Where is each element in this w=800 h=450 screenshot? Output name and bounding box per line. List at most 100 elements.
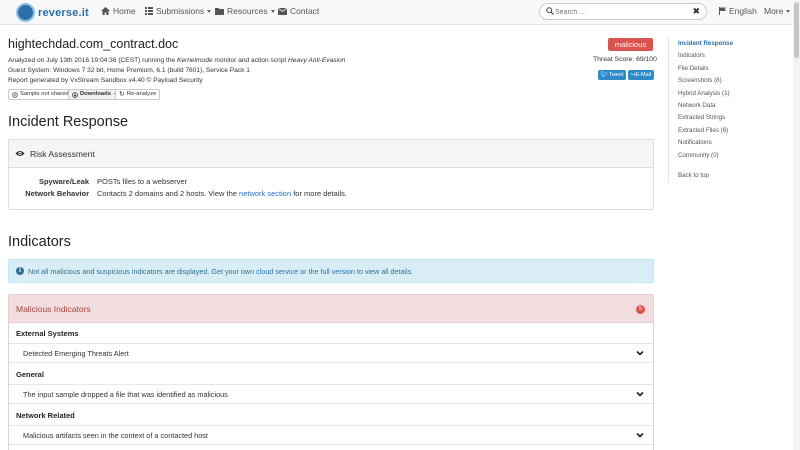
malicious-indicators-header[interactable]: Malicious Indicators 5 [9,295,653,323]
clear-search-icon[interactable]: ✖ [692,6,700,17]
back-to-top-link[interactable]: Back to top [678,170,778,182]
language-label: English [729,6,757,16]
sidebar-item-screenshots[interactable]: Screenshots (8) [678,75,778,87]
threat-score: Threat Score: 69/100 [593,56,657,63]
risk-value-prefix: Contacts 2 domains and 2 hosts. View the [97,189,240,198]
chevron-down-icon [207,9,212,13]
refresh-icon: ↻ [119,91,125,98]
not-shared-label: Sample not shared [20,91,69,97]
sample-not-shared-button[interactable]: Sample not shared [8,89,73,100]
download-icon [72,91,78,98]
network-section-link[interactable]: network section [239,189,291,198]
list-icon [145,7,153,15]
sidebar-item-extracted-files[interactable]: Extracted Files (6) [678,125,778,137]
nav-submissions[interactable]: Submissions [145,6,212,16]
search-icon [546,7,554,15]
report-section-nav: Incident Response Indicators File Detail… [668,38,778,183]
chevron-down-icon[interactable] [636,431,644,439]
risk-row-network: Network Behavior Contacts 2 domains and … [9,189,609,199]
incident-response-heading: Incident Response [8,114,129,130]
indicator-text: The input sample dropped a file that was… [23,389,228,399]
nav-home[interactable]: Home [101,6,136,16]
chevron-down-icon[interactable] [636,390,644,398]
sidebar-item-file-details[interactable]: File Details [678,63,778,75]
monitor-name: Kernelmode [176,57,213,64]
page-scrollbar[interactable] [793,0,800,450]
search-box[interactable]: ✖ [539,3,707,20]
reanalyze-button[interactable]: ↻ Re-analyze [115,89,161,100]
nav-resources[interactable]: Resources [215,6,275,16]
malicious-indicators-title: Malicious Indicators [16,303,91,314]
risk-label: Spyware/Leak [38,177,89,186]
indicator-row[interactable]: Malicious artifacts seen in the context … [9,425,653,445]
analysis-details: Analyzed on July 13th 2016 19:04:36 (CES… [8,57,345,64]
risk-assessment-panel: Risk Assessment Spyware/Leak POSTs files… [8,139,654,210]
tweet-button[interactable]: 🐦︎ Tweet [598,70,626,80]
risk-label: Network Behavior [25,189,89,198]
twitter-icon: 🐦︎ [600,72,608,78]
indicators-info-alert: i Not all malicious and suspicious indic… [8,259,654,283]
analysis-prefix: Analyzed on July 13th 2016 19:04:36 (CES… [8,57,177,64]
indicator-text: Detected Emerging Threats Alert [23,348,129,358]
nav-contact-label: Contact [290,6,320,16]
verdict-badge: malicious [608,38,653,51]
reanalyze-label: Re-analyze [126,91,157,97]
risk-value: Contacts 2 domains and 2 hosts. View the… [97,189,517,198]
risk-assessment-title: Risk Assessment [30,148,95,159]
search-input[interactable] [555,6,685,18]
info-icon: i [16,267,24,275]
email-share-button[interactable]: ↪E-Mail [628,70,654,80]
risk-assessment-header[interactable]: Risk Assessment [9,140,653,168]
sidebar-item-incident-response[interactable]: Incident Response [678,38,778,50]
cloud-service-link[interactable]: cloud service [256,267,298,276]
nav-submissions-label: Submissions [156,6,205,16]
envelope-icon [278,7,287,15]
sidebar-item-notifications[interactable]: Notifications [678,137,778,149]
nav-resources-label: Resources [227,6,268,16]
nav-contact[interactable]: Contact [278,6,319,16]
sidebar-item-hybrid-analysis[interactable]: Hybrid Analysis (1) [678,88,778,100]
info-suffix: to view all details. [356,266,414,276]
indicator-row[interactable]: Detected Emerging Threats Alert [9,343,653,363]
brand-name: reverse.it [38,6,89,19]
sidebar-item-network-data[interactable]: Network Data [678,100,778,112]
folder-icon [215,7,224,15]
eye-icon [15,151,25,156]
report-generator: Report generated by VxStream Sandbox v4.… [8,77,203,84]
indicator-text: Malicious artifacts seen in the context … [23,430,208,440]
analysis-mid: monitor and action script [212,57,289,64]
guest-system: Guest System: Windows 7 32 bit, Home Pre… [8,67,250,74]
indicator-row[interactable]: The input sample dropped a file that was… [9,384,653,404]
sidebar-item-indicators[interactable]: Indicators [678,50,778,62]
downloads-label: Downloads [80,91,111,97]
risk-value-suffix: for more details. [291,189,347,198]
downloads-button[interactable]: Downloads [68,89,122,100]
chevron-down-icon[interactable] [636,349,644,357]
home-icon [101,7,110,15]
chevron-down-icon [270,9,275,13]
info-mid: or the [300,266,319,276]
sidebar-item-extracted-strings[interactable]: Extracted Strings [678,112,778,124]
flag-icon [719,7,726,15]
group-title-network-related: Network Related [16,411,75,420]
group-title-external-systems: External Systems [16,329,79,338]
malicious-indicators-panel: Malicious Indicators 5 External Systems … [8,294,654,450]
nav-more[interactable]: More [764,6,791,16]
action-script-name: Heavy Anti-Evasion [288,57,346,64]
sidebar-item-community[interactable]: Community (0) [678,150,778,162]
brand-logo-icon [16,3,35,22]
indicators-heading: Indicators [8,234,71,250]
risk-row-spyware: Spyware/Leak POSTs files to a webserver [9,177,609,187]
group-title-general: General [16,370,44,379]
language-selector[interactable]: English [719,6,757,16]
tweet-label: Tweet [608,72,624,78]
scrollbar-thumb[interactable] [794,2,799,58]
brand[interactable]: reverse.it [16,3,89,22]
risk-value: POSTs files to a webserver [97,177,188,186]
malicious-count-badge: 5 [636,305,645,314]
top-navbar: reverse.it Home Submissions Resources Co… [0,0,800,25]
report-file-name: hightechdad.com_contract.doc [8,37,179,51]
nav-home-label: Home [113,6,136,16]
full-version-link[interactable]: full version [320,267,354,276]
info-prefix: Not all malicious and suspicious indicat… [28,266,255,276]
